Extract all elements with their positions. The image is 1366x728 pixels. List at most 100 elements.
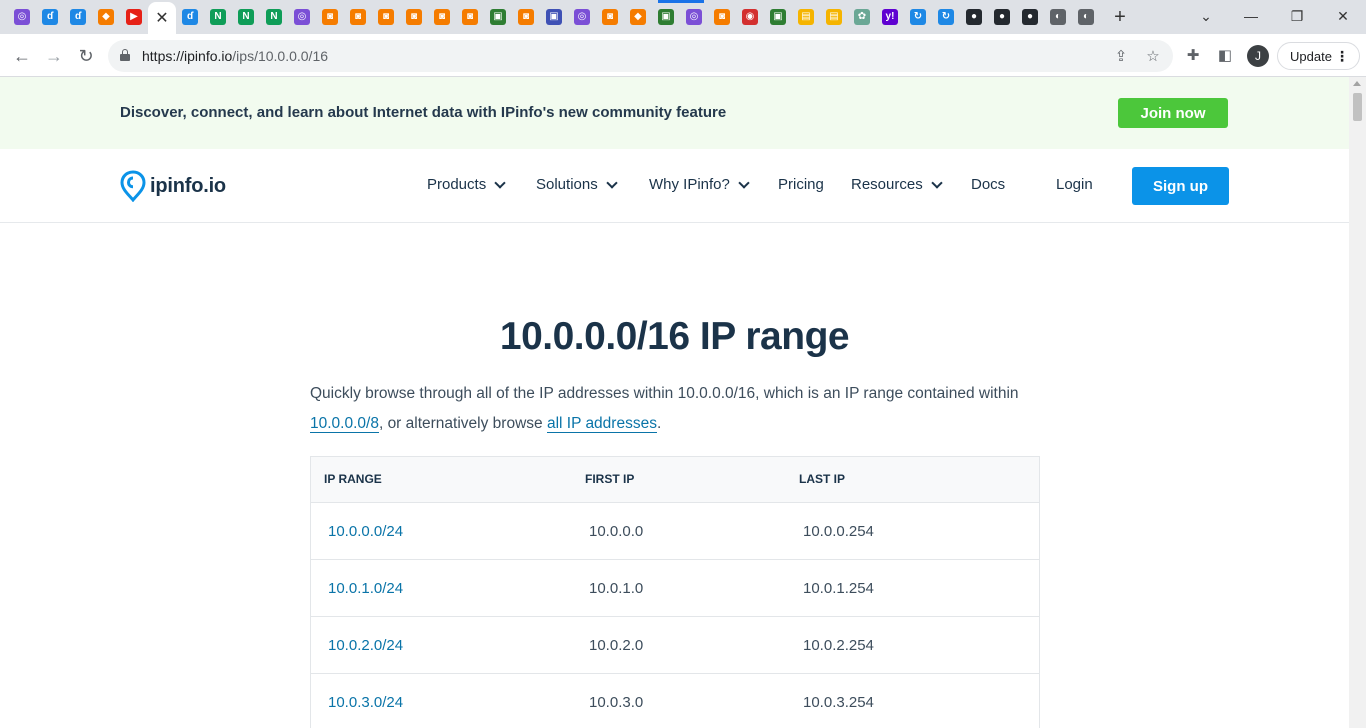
browser-tab[interactable]: ▣ xyxy=(484,4,512,30)
chevron-down-icon xyxy=(931,176,943,189)
browser-tab[interactable]: ▤ xyxy=(792,4,820,30)
browser-tab[interactable]: ▶ xyxy=(120,4,148,30)
lock-icon[interactable] xyxy=(120,49,130,61)
browser-tab[interactable]: ↻ xyxy=(932,4,960,30)
profile-avatar[interactable]: J xyxy=(1247,45,1269,67)
browser-tab[interactable]: ◙ xyxy=(708,4,736,30)
browser-tab[interactable]: ✿ xyxy=(848,4,876,30)
nav-docs[interactable]: Docs xyxy=(971,176,1005,193)
restore-button[interactable]: ❐ xyxy=(1284,4,1310,28)
yellow-box-icon: ▤ xyxy=(798,9,814,25)
parent-range-link[interactable]: 10.0.0.0/8 xyxy=(310,415,379,433)
new-tab-button[interactable]: + xyxy=(1109,5,1131,29)
bookmark-star-icon[interactable]: ☆ xyxy=(1144,47,1162,65)
green-n-icon: N xyxy=(210,9,226,25)
active-tab-close-icon[interactable]: ✕ xyxy=(155,8,168,28)
browser-tab[interactable]: ◙ xyxy=(428,4,456,30)
sign-up-button[interactable]: Sign up xyxy=(1132,167,1229,205)
page-scrollbar[interactable] xyxy=(1349,77,1366,728)
close-window-button[interactable]: ✕ xyxy=(1330,4,1356,28)
scroll-thumb[interactable] xyxy=(1353,93,1362,121)
nav-pricing[interactable]: Pricing xyxy=(778,176,824,193)
last-ip-cell: 10.0.1.254 xyxy=(803,580,874,597)
browser-tab[interactable]: ▣ xyxy=(652,4,680,30)
browser-tab[interactable]: N xyxy=(232,4,260,30)
browser-tab[interactable]: ◆ xyxy=(92,4,120,30)
back-button[interactable]: ← xyxy=(9,43,35,69)
browser-tab[interactable]: ● xyxy=(960,4,988,30)
browser-tab[interactable]: ▤ xyxy=(820,4,848,30)
browser-tab[interactable]: ▣ xyxy=(540,4,568,30)
browser-tab[interactable]: ◙ xyxy=(596,4,624,30)
browser-tab[interactable]: ◙ xyxy=(400,4,428,30)
ip-range-link[interactable]: 10.0.1.0/24 xyxy=(328,580,403,597)
nav-solutions[interactable]: Solutions xyxy=(536,176,618,193)
openai-icon: ✿ xyxy=(854,9,870,25)
browser-tab[interactable]: ɗ xyxy=(176,4,204,30)
browser-tab[interactable]: N xyxy=(204,4,232,30)
tab-search-chevron-icon[interactable]: ⌄ xyxy=(1193,4,1219,28)
reload-button[interactable]: ↻ xyxy=(73,43,99,69)
browser-tab[interactable]: ◐ xyxy=(1072,4,1100,30)
browser-tab[interactable]: ◐ xyxy=(1044,4,1072,30)
browser-tab[interactable]: ɗ xyxy=(36,4,64,30)
browser-tab[interactable]: ◉ xyxy=(736,4,764,30)
table-header: IP RANGE FIRST IP LAST IP xyxy=(311,457,1039,503)
browser-tab[interactable]: ◙ xyxy=(456,4,484,30)
menu-dots-icon[interactable]: ⋮ xyxy=(1335,48,1349,64)
browser-tab[interactable]: ● xyxy=(988,4,1016,30)
chevron-down-icon xyxy=(738,176,750,189)
update-button[interactable]: Update ⋮ xyxy=(1277,42,1360,70)
browser-tab[interactable]: ◆ xyxy=(624,4,652,30)
join-now-button[interactable]: Join now xyxy=(1118,98,1228,128)
ipinfo-logo[interactable]: ipinfo.io xyxy=(120,170,226,202)
all-ip-addresses-link[interactable]: all IP addresses xyxy=(546,415,657,433)
orange-cube-icon: ◆ xyxy=(98,9,114,25)
globe-icon: ◐ xyxy=(1078,9,1094,25)
blue-swirl-icon: ɗ xyxy=(42,9,58,25)
browser-tab[interactable]: ◙ xyxy=(316,4,344,30)
active-tab[interactable]: ✕ xyxy=(148,2,176,34)
browser-tab[interactable]: ◙ xyxy=(372,4,400,30)
scroll-up-arrow-icon[interactable] xyxy=(1353,81,1361,86)
first-ip-cell: 10.0.1.0 xyxy=(589,580,644,597)
address-bar[interactable]: https://ipinfo.io/ips/10.0.0.0/16 ⇪ ☆ xyxy=(108,40,1173,72)
browser-tab[interactable]: N xyxy=(260,4,288,30)
login-link[interactable]: Login xyxy=(1056,176,1093,193)
browser-tab[interactable]: y! xyxy=(876,4,904,30)
nav-resources[interactable]: Resources xyxy=(851,176,943,193)
yellow-box-icon: ▤ xyxy=(826,9,842,25)
side-panel-icon[interactable]: ◧ xyxy=(1214,44,1236,66)
browser-tab[interactable]: ◎ xyxy=(8,4,36,30)
browser-tab[interactable]: ◙ xyxy=(512,4,540,30)
tab-strip: ◎ ɗ ɗ ◆ ▶ ✕ ɗ N N N ◎ ◙ ◙ ◙ ◙ ◙ ◙ ▣ ◙ ▣ ◎ ◙ ◆ ▣ ◎ ◙ ◉ ▣ ▤ ▤ ✿ y! ↻ ↻ ● ● ● ◐ ◐… xyxy=(0,0,1366,34)
ip-range-link[interactable]: 10.0.3.0/24 xyxy=(328,694,403,711)
browser-tab[interactable]: ◙ xyxy=(344,4,372,30)
nav-products[interactable]: Products xyxy=(427,176,506,193)
blue-swirl-icon: ɗ xyxy=(182,9,198,25)
minimize-button[interactable]: — xyxy=(1238,4,1264,28)
browser-tab[interactable]: ◎ xyxy=(288,4,316,30)
url-text[interactable]: https://ipinfo.io/ips/10.0.0.0/16 xyxy=(142,48,328,64)
browser-tab[interactable]: ɗ xyxy=(64,4,92,30)
extensions-puzzle-icon[interactable]: ✚ xyxy=(1182,44,1204,66)
browser-tab[interactable]: ◎ xyxy=(568,4,596,30)
last-ip-cell: 10.0.3.254 xyxy=(803,694,874,711)
ip-range-link[interactable]: 10.0.2.0/24 xyxy=(328,637,403,654)
column-header-last-ip: LAST IP xyxy=(799,472,846,486)
forward-button[interactable]: → xyxy=(41,43,67,69)
browser-tab[interactable]: ↻ xyxy=(904,4,932,30)
ip-range-link[interactable]: 10.0.0.0/24 xyxy=(328,523,403,540)
browser-tab[interactable]: ◎ xyxy=(680,4,708,30)
green-n-icon: N xyxy=(238,9,254,25)
page-title: 10.0.0.0/16 IP range xyxy=(499,315,850,358)
share-icon[interactable]: ⇪ xyxy=(1112,47,1130,65)
last-ip-cell: 10.0.0.254 xyxy=(803,523,874,540)
browser-tab[interactable]: ● xyxy=(1016,4,1044,30)
orange-box-icon: ◙ xyxy=(378,9,394,25)
page-viewport: Discover, connect, and learn about Inter… xyxy=(0,77,1349,728)
column-header-ip-range: IP RANGE xyxy=(324,472,382,486)
github-icon: ● xyxy=(966,9,982,25)
nav-why-ipinfo[interactable]: Why IPinfo? xyxy=(649,176,750,193)
browser-tab[interactable]: ▣ xyxy=(764,4,792,30)
